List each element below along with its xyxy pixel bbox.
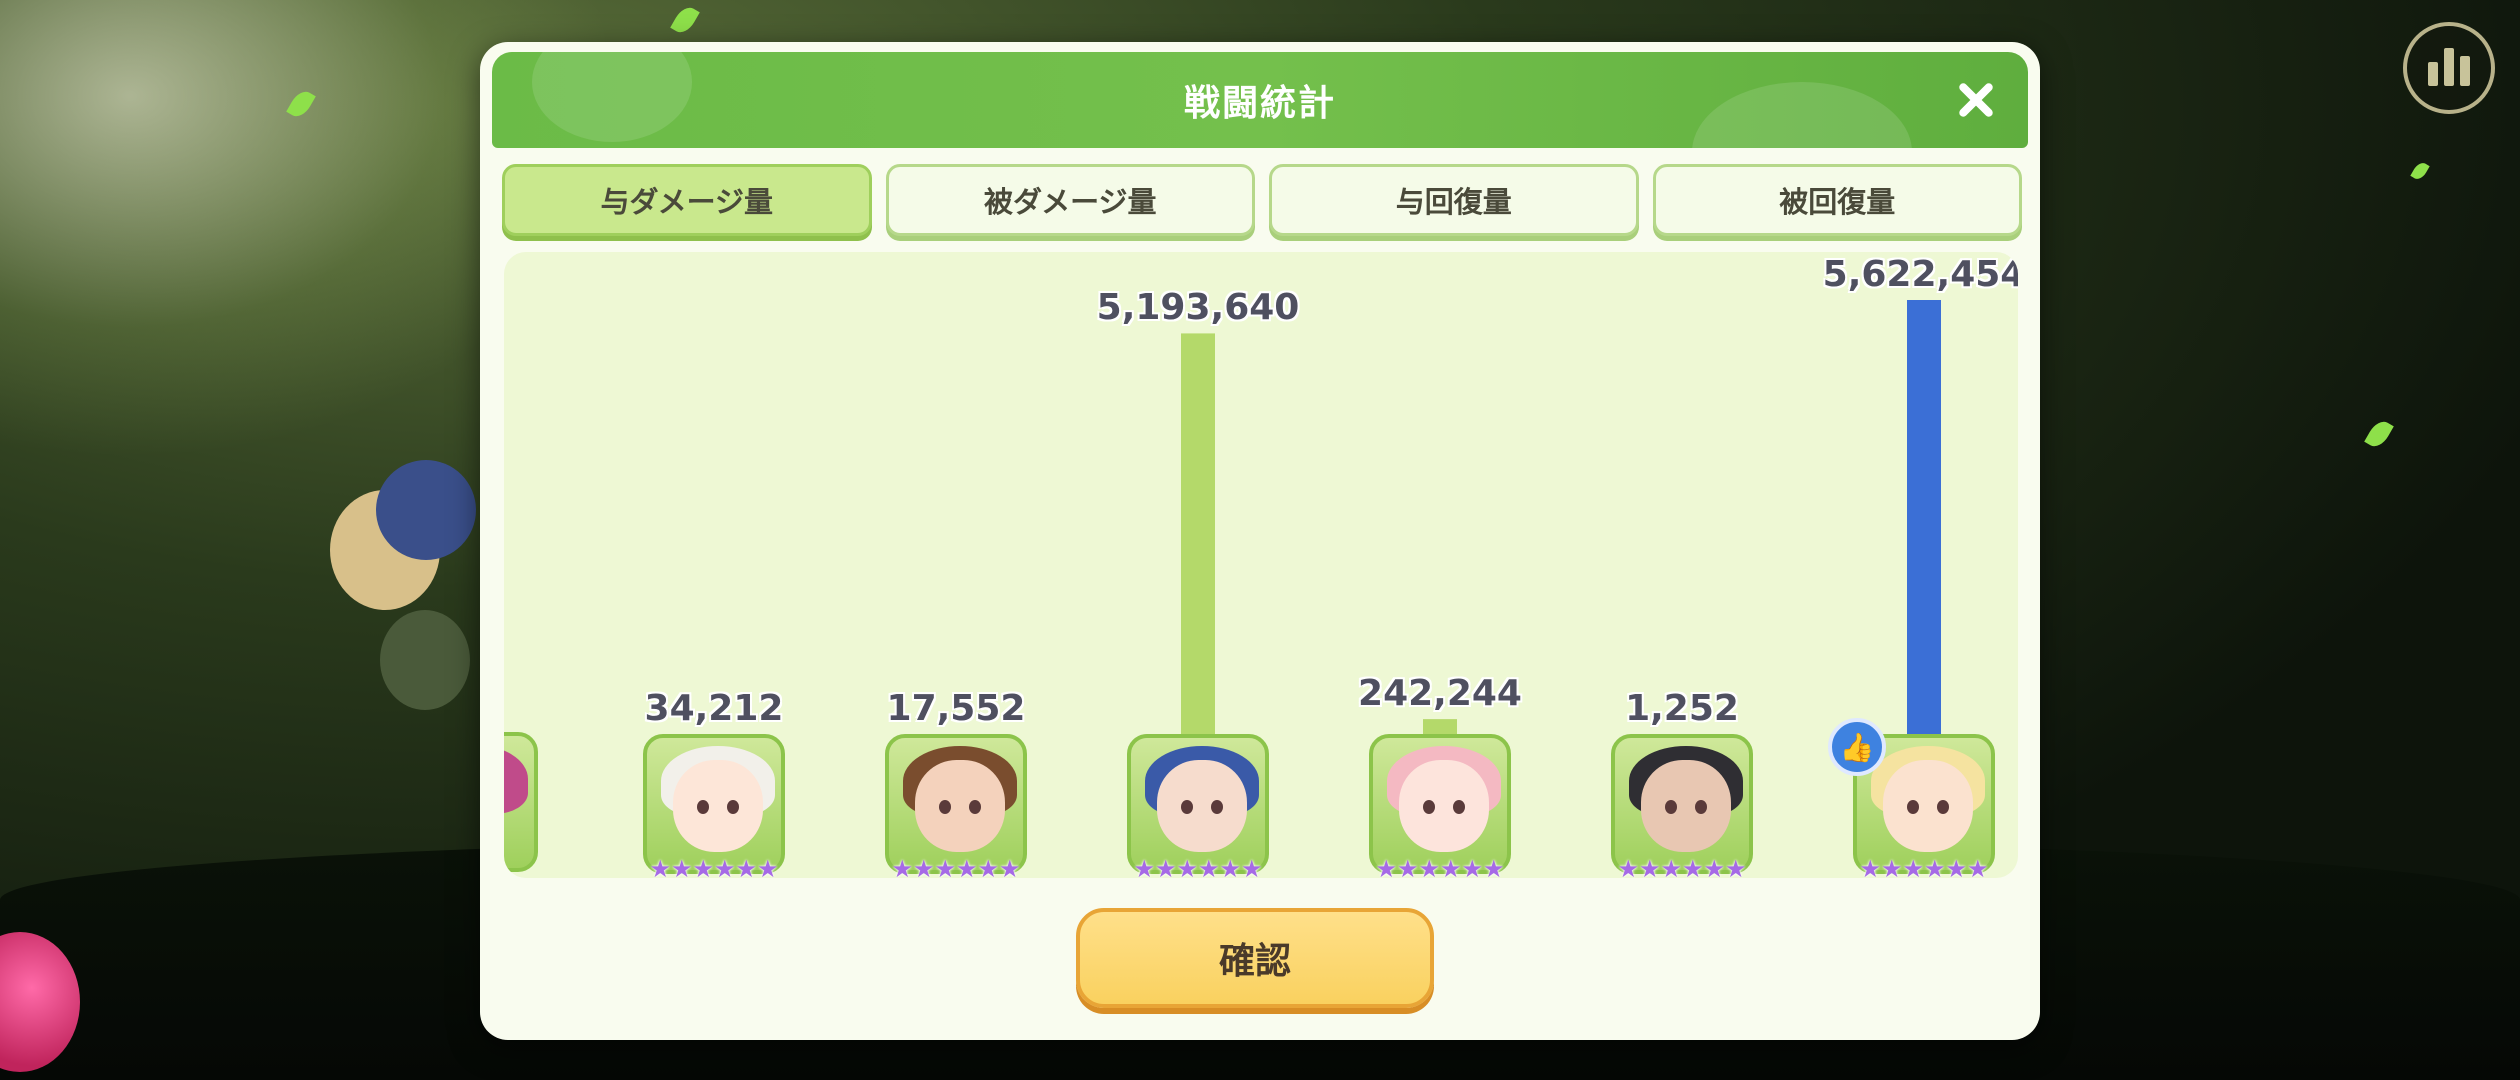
damage-value-label: 5,622,454 xyxy=(1822,254,2018,295)
star-rating: ★★★★★★ xyxy=(1375,855,1505,878)
leaf-decoration xyxy=(2364,417,2394,451)
confirm-button[interactable]: 確認 xyxy=(1076,908,1434,1008)
tab-healing-received[interactable]: 被回復量 xyxy=(1652,164,2022,236)
background-party-characters xyxy=(280,460,500,730)
character-portrait[interactable] xyxy=(885,734,1027,874)
star-rating: ★★★★★★ xyxy=(649,855,779,878)
leaf-decoration xyxy=(2410,160,2430,182)
damage-value-label: 242,244 xyxy=(1358,673,1522,715)
close-icon[interactable] xyxy=(1950,74,2002,126)
character-portrait[interactable] xyxy=(643,734,785,874)
leaf-decoration xyxy=(670,3,700,37)
stats-tabs: 与ダメージ量 被ダメージ量 与回復量 被回復量 xyxy=(502,164,2022,238)
star-rating: ★★★★★★ xyxy=(1859,855,1989,878)
character-portrait[interactable] xyxy=(1127,734,1269,874)
damage-value-label: 34,212 xyxy=(644,688,784,729)
tab-healing-dealt[interactable]: 与回復量 xyxy=(1269,164,1639,236)
battle-stats-dialog: 戦闘統計 与ダメージ量 被ダメージ量 与回復量 被回復量 34,212 ★★★★★… xyxy=(480,42,2040,1040)
damage-bar xyxy=(1907,300,1941,738)
thumbs-up-icon: 👍 xyxy=(1828,718,1886,776)
character-portrait[interactable] xyxy=(1611,734,1753,874)
tab-damage-taken[interactable]: 被ダメージ量 xyxy=(885,164,1255,236)
bar-chart-icon[interactable] xyxy=(2403,22,2495,114)
damage-value-label: 17,552 xyxy=(886,688,1026,729)
tab-damage-dealt[interactable]: 与ダメージ量 xyxy=(502,164,872,236)
dialog-header: 戦闘統計 xyxy=(492,52,2028,148)
damage-value-label: 5,193,640 xyxy=(1096,287,1300,329)
damage-chart: 34,212 ★★★★★★ 17,552 ★★★★★★ 5,193,640 ★★★★★★ 2… xyxy=(504,252,2018,878)
star-rating: ★★★★★★ xyxy=(1133,855,1263,878)
character-portrait[interactable] xyxy=(1369,734,1511,874)
star-rating: ★★★★★★ xyxy=(1617,855,1747,878)
star-rating: ★★★★★★ xyxy=(891,855,1021,878)
damage-value-label: 1,252 xyxy=(1625,688,1739,729)
damage-bar xyxy=(1181,333,1215,738)
character-portrait-partial[interactable] xyxy=(504,732,538,872)
dialog-title: 戦闘統計 xyxy=(1183,83,1336,124)
